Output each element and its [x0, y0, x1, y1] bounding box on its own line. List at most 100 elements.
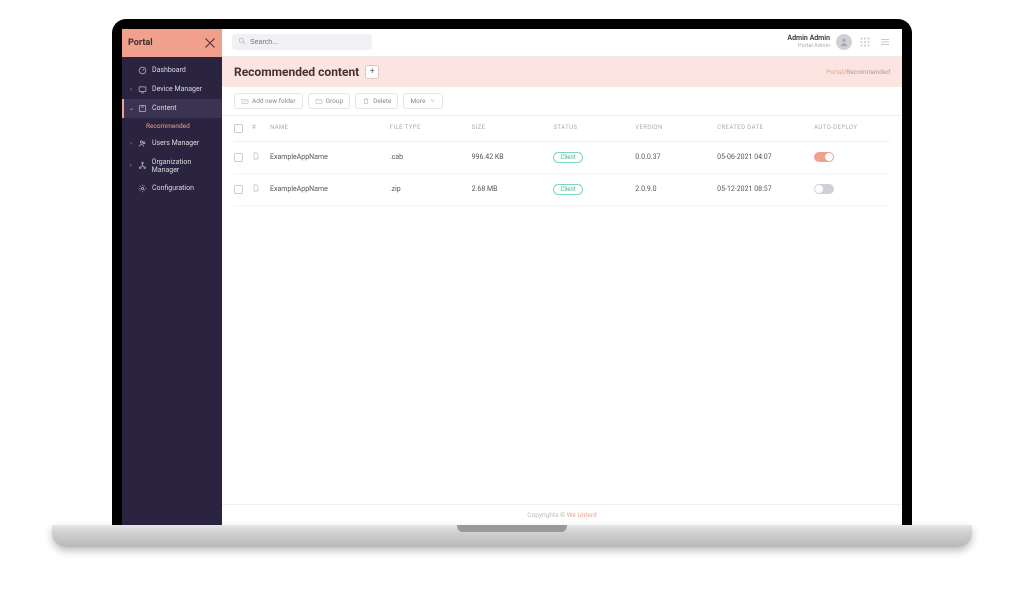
col-status[interactable]: STATUS — [553, 124, 629, 133]
add-button[interactable]: + — [365, 65, 379, 79]
sidebar-item-label: Dashboard — [152, 66, 186, 74]
button-label: Delete — [373, 97, 391, 105]
cell-name: ExampleAppName — [270, 153, 384, 161]
brand-crossed-tools-icon[interactable] — [204, 37, 216, 49]
cell-size: 996.42 KB — [472, 153, 548, 161]
table: # NAME FILE TYPE SIZE STATUS VERSION CRE… — [222, 116, 902, 504]
group-button[interactable]: Group — [308, 93, 351, 109]
device-icon — [138, 85, 147, 94]
cell-created: 05-12-2021 08:57 — [717, 185, 808, 193]
app-screen: Portal Dashboard › — [122, 29, 902, 525]
sidebar-item-users-manager[interactable]: › Users Manager — [122, 134, 222, 153]
sidebar: Portal Dashboard › — [122, 29, 222, 525]
topbar-right: Admin Admin Portal Admin — [787, 34, 892, 50]
sidebar-item-label: Organization Manager — [152, 158, 215, 174]
col-created[interactable]: CREATED DATE — [717, 124, 808, 133]
user-block[interactable]: Admin Admin Portal Admin — [787, 35, 830, 49]
sidebar-item-organization-manager[interactable]: › Organization Manager — [122, 153, 222, 179]
more-button[interactable]: More — [403, 93, 443, 109]
sidebar-nav: Dashboard › Device Manager ⌄ — [122, 57, 222, 198]
page-title: Recommended content — [234, 65, 359, 79]
footer-brand-link[interactable]: We Unterd — [567, 511, 597, 519]
laptop-base — [52, 525, 972, 547]
auto-deploy-toggle[interactable] — [814, 184, 834, 194]
sidebar-subitem-label: Recommended — [146, 122, 190, 130]
cell-filetype: .zip — [390, 185, 466, 193]
select-all-checkbox[interactable] — [234, 124, 243, 133]
laptop-notch — [457, 525, 567, 532]
caret-icon: ⌄ — [129, 105, 133, 112]
grid-icon[interactable] — [858, 35, 872, 49]
file-icon — [252, 152, 264, 162]
button-label: More — [410, 97, 425, 105]
sidebar-item-device-manager[interactable]: › Device Manager — [122, 80, 222, 99]
cell-version: 0.0.0.37 — [635, 153, 711, 161]
sidebar-item-dashboard[interactable]: Dashboard — [122, 61, 222, 80]
trash-icon — [362, 97, 370, 105]
cell-size: 2.68 MB — [472, 185, 548, 193]
brand-bar: Portal — [122, 29, 222, 57]
sidebar-item-label: Content — [152, 104, 177, 112]
table-row[interactable]: ExampleAppName .zip 2.68 MB Client 2.0.9… — [234, 174, 890, 206]
breadcrumb-root[interactable]: Portal — [826, 68, 843, 76]
content-icon — [138, 104, 147, 113]
caret-icon: › — [129, 86, 133, 93]
screen-bezel: Portal Dashboard › — [112, 19, 912, 525]
search-box[interactable] — [232, 34, 372, 50]
menu-icon[interactable] — [878, 35, 892, 49]
page-header: Recommended content + Portal/Recommended — [222, 57, 902, 87]
col-size[interactable]: SIZE — [472, 124, 548, 133]
sidebar-item-label: Device Manager — [152, 85, 202, 93]
status-badge: Client — [553, 184, 582, 195]
table-header: # NAME FILE TYPE SIZE STATUS VERSION CRE… — [234, 116, 890, 142]
file-icon — [252, 184, 264, 194]
brand-name: Portal — [128, 38, 153, 48]
users-icon — [138, 139, 147, 148]
caret-icon: › — [129, 140, 133, 147]
cell-version: 2.0.9.0 — [635, 185, 711, 193]
sidebar-item-label: Users Manager — [152, 139, 199, 147]
main-area: Admin Admin Portal Admin — [222, 29, 902, 525]
dashboard-icon — [138, 66, 147, 75]
caret-icon: › — [129, 162, 133, 169]
laptop-frame: Portal Dashboard › — [52, 19, 972, 579]
col-version[interactable]: VERSION — [635, 124, 711, 133]
cell-filetype: .cab — [390, 153, 466, 161]
organization-icon — [138, 161, 147, 170]
row-checkbox[interactable] — [234, 153, 243, 162]
breadcrumb-current: Recommended — [846, 68, 890, 76]
row-checkbox[interactable] — [234, 185, 243, 194]
footer: Copyrights © We Unterd — [222, 504, 902, 525]
folder-icon — [315, 97, 323, 105]
topbar: Admin Admin Portal Admin — [222, 29, 902, 57]
sidebar-item-label: Configuration — [152, 184, 194, 192]
button-label: Add new folder — [252, 97, 296, 105]
col-hash[interactable]: # — [252, 124, 264, 133]
sidebar-subitem-recommended[interactable]: Recommended — [122, 118, 222, 134]
status-badge: Client — [553, 152, 582, 163]
folder-plus-icon — [241, 97, 249, 105]
user-name: Admin Admin — [787, 35, 830, 43]
button-label: Group — [326, 97, 344, 105]
table-row[interactable]: ExampleAppName .cab 996.42 KB Client 0.0… — [234, 142, 890, 174]
breadcrumb: Portal/Recommended — [826, 68, 890, 76]
col-filetype[interactable]: FILE TYPE — [390, 124, 466, 133]
delete-button[interactable]: Delete — [355, 93, 398, 109]
toolbar: Add new folder Group Delete More — [222, 87, 902, 116]
cell-name: ExampleAppName — [270, 185, 384, 193]
col-auto[interactable]: AUTO-DEPLOY — [814, 124, 890, 133]
sidebar-item-content[interactable]: ⌄ Content — [122, 99, 222, 118]
sidebar-item-configuration[interactable]: Configuration — [122, 179, 222, 198]
col-name[interactable]: NAME — [270, 124, 384, 133]
footer-prefix: Copyrights © — [527, 511, 566, 519]
search-input[interactable] — [250, 39, 366, 46]
auto-deploy-toggle[interactable] — [814, 152, 834, 162]
gear-icon — [138, 184, 147, 193]
user-role: Portal Admin — [787, 43, 830, 49]
avatar[interactable] — [836, 34, 852, 50]
search-icon — [238, 37, 246, 47]
chevron-down-icon — [428, 97, 436, 105]
add-folder-button[interactable]: Add new folder — [234, 93, 303, 109]
page-title-wrap: Recommended content + — [234, 65, 379, 79]
cell-created: 05-06-2021 04:07 — [717, 153, 808, 161]
